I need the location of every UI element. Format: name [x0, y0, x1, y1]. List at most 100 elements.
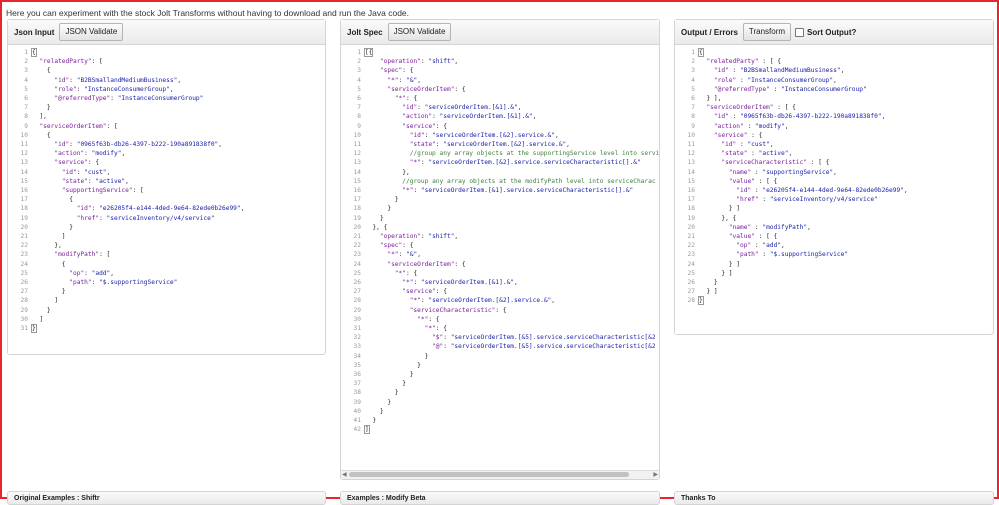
code-line: 29 }	[8, 306, 325, 315]
code-text: }, {	[699, 214, 737, 222]
code-text: "operation": "shift",	[379, 233, 459, 240]
code-line: 3 "id" : "B2BSmallandMediumBusiness",	[675, 66, 993, 75]
code-text: "id": "cust",	[61, 168, 111, 176]
code-text: //group any array objects at the support…	[409, 150, 659, 158]
code-text: {	[32, 260, 66, 268]
code-text: "*": "&",	[387, 76, 421, 84]
code-line: 23 "modifyPath": [	[8, 250, 325, 259]
line-number: 10	[20, 131, 28, 139]
code-text: } ]	[699, 288, 718, 296]
code-text: "*": "serviceOrderItem.[&2].service.serv…	[409, 159, 641, 167]
line-number: 18	[20, 205, 28, 213]
code-line: 35 }	[341, 361, 659, 370]
line-number: 35	[353, 361, 361, 369]
code-line: 17 }	[341, 195, 659, 204]
code-text: }, {	[365, 223, 388, 231]
code-line: 10 {	[8, 131, 325, 140]
code-text: }	[365, 417, 377, 424]
original-examples-panel[interactable]: Original Examples : Shiftr	[7, 491, 326, 505]
line-number: 16	[687, 187, 695, 194]
line-number: 12	[20, 150, 28, 158]
line-number: 28	[353, 297, 361, 305]
line-number: 6	[24, 95, 28, 102]
code-line: 27 } ]	[675, 287, 993, 296]
line-number: 27	[353, 288, 361, 296]
json-input-validate-button[interactable]: JSON Validate	[59, 23, 124, 41]
code-text: }	[32, 288, 66, 296]
line-number: 3	[691, 67, 695, 75]
code-line: 5 "role": "InstanceConsumerGroup",	[8, 85, 325, 94]
code-text: "value" : [ {	[728, 177, 778, 185]
code-line: 24 {	[8, 260, 325, 269]
code-text: "service": {	[402, 122, 447, 130]
line-number: 31	[353, 325, 361, 332]
code-line: 19 }	[341, 214, 659, 223]
code-line: 36 }	[341, 370, 659, 379]
code-line: 3 {	[8, 66, 325, 75]
code-line: 26 }	[675, 278, 993, 287]
line-number: 2	[691, 58, 695, 66]
code-text: "state": "serviceOrderItem.[&2].service.…	[409, 141, 570, 148]
code-line: 20 "name" : "modifyPath",	[675, 223, 993, 232]
line-number: 4	[357, 76, 361, 84]
code-line: 7 "id": "serviceOrderItem.[&1].&",	[341, 103, 659, 112]
code-text: "service": {	[402, 288, 447, 296]
code-text: "op" : "add",	[736, 242, 785, 250]
scroll-thumb[interactable]	[349, 472, 629, 477]
code-text: "value" : [ {	[728, 233, 778, 240]
code-text: "id" : "e26205f4-e144-4ded-9e64-82ede0b2…	[736, 187, 908, 194]
code-line: 11 "id" : "cust",	[675, 140, 993, 149]
code-text: "serviceOrderItem": [	[39, 122, 118, 130]
line-number: 26	[353, 279, 361, 286]
transform-button[interactable]: Transform	[742, 23, 792, 41]
jolt-spec-validate-button[interactable]: JSON Validate	[387, 23, 452, 41]
code-line: 30 "*": {	[341, 315, 659, 324]
code-text: "serviceCharacteristic": {	[409, 306, 507, 314]
line-number: 24	[353, 260, 361, 268]
line-number: 22	[687, 242, 695, 250]
code-text: }	[365, 205, 392, 213]
line-number: 10	[687, 131, 695, 139]
line-number: 12	[687, 150, 695, 158]
line-number: 12	[353, 150, 361, 158]
code-text: "operation": "shift",	[379, 58, 459, 66]
code-text: "*": {	[394, 269, 418, 277]
jolt-spec-horizontal-scrollbar[interactable]: ◀ ▶	[341, 470, 659, 479]
code-text: "serviceOrderItem" : [ {	[706, 104, 796, 112]
code-line: 30 ]	[8, 315, 325, 324]
line-number: 24	[20, 260, 28, 268]
line-number: 21	[353, 233, 361, 240]
checkbox-icon[interactable]	[795, 27, 805, 37]
code-text: "relatedParty" : [ {	[706, 58, 781, 66]
code-line: 2 "relatedParty": [	[8, 57, 325, 66]
thanks-panel[interactable]: Thanks To	[674, 491, 994, 505]
code-text: "serviceOrderItem": {	[387, 260, 466, 268]
code-line: 10 "service" : {	[675, 131, 993, 140]
line-number: 14	[20, 168, 28, 176]
modify-examples-panel[interactable]: Examples : Modify Beta	[340, 491, 660, 505]
code-text: "relatedParty": [	[39, 58, 103, 66]
code-line: 9 "service": {	[341, 122, 659, 131]
scroll-right-icon[interactable]: ▶	[653, 471, 658, 479]
code-line: 21 ]	[8, 232, 325, 241]
code-text: "action": "modify",	[54, 150, 126, 158]
output-editor[interactable]: 1{2 "relatedParty" : [ {3 "id" : "B2BSma…	[675, 45, 993, 334]
jolt-spec-header: Jolt Spec JSON Validate	[341, 20, 659, 45]
line-number: 28	[687, 297, 695, 305]
code-text: "id": "serviceOrderItem.[&2].service.&",	[409, 131, 559, 139]
code-line: 27 "service": {	[341, 287, 659, 296]
line-number: 3	[357, 67, 361, 75]
output-panel: Output / Errors Transform Sort Output? 1…	[674, 19, 994, 335]
code-line: 14 "id": "cust",	[8, 168, 325, 177]
code-text: "@referredType": "InstanceConsumerGroup"	[54, 95, 204, 102]
sort-output-checkbox[interactable]: Sort Output?	[795, 27, 856, 37]
line-number: 5	[24, 85, 28, 93]
code-text: "href" : "serviceInventory/v4/service"	[736, 196, 878, 204]
line-number: 17	[687, 196, 695, 204]
json-input-editor[interactable]: 1{2 "relatedParty": [3 {4 "id": "B2BSmal…	[8, 45, 325, 354]
line-number: 11	[687, 141, 695, 148]
line-number: 25	[20, 269, 28, 277]
scroll-left-icon[interactable]: ◀	[342, 471, 347, 479]
jolt-spec-editor[interactable]: 1[{2 "operation": "shift", 3 "spec": {4 "…	[341, 45, 659, 470]
line-number: 40	[353, 407, 361, 415]
